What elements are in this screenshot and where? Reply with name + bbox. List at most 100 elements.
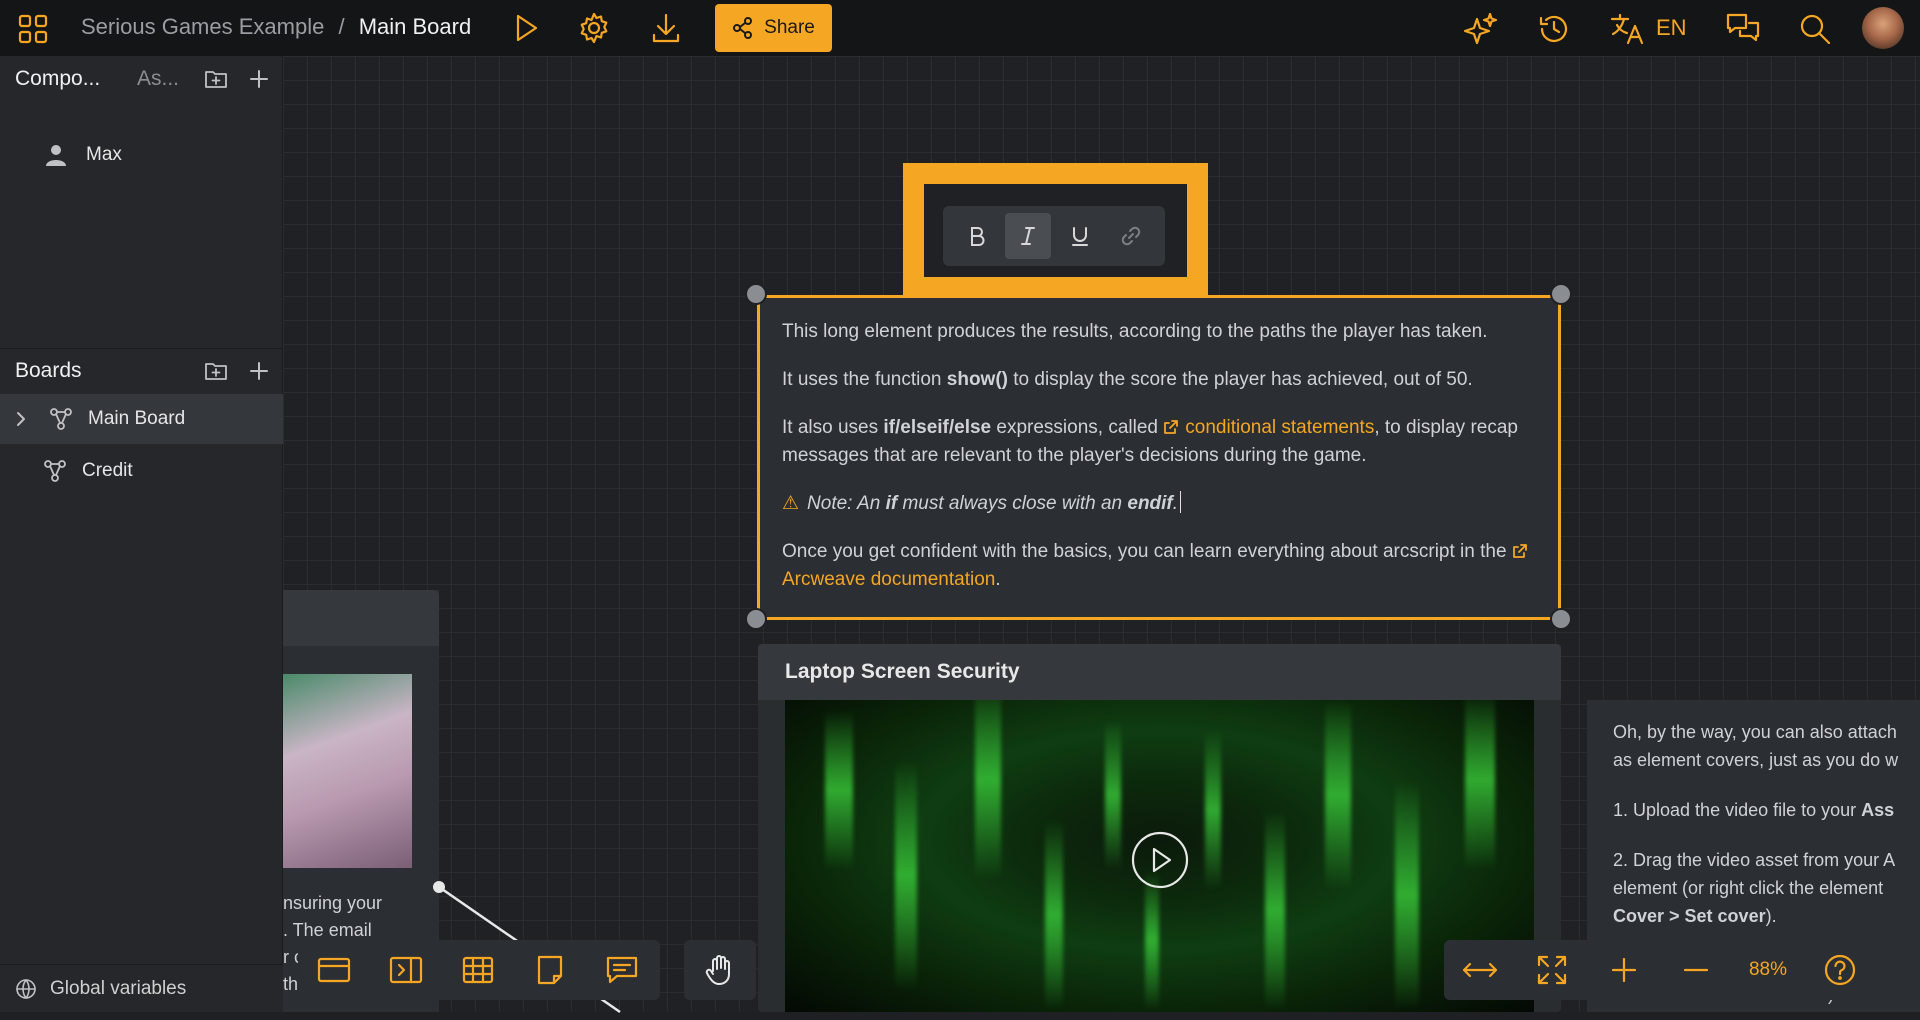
resize-handle-bl[interactable] <box>745 608 767 630</box>
zoom-out-icon[interactable] <box>1660 940 1732 1000</box>
play-video-icon[interactable] <box>1130 830 1190 890</box>
element-paragraph: Once you get confident with the basics, … <box>782 538 1536 594</box>
resize-handle-br[interactable] <box>1550 608 1572 630</box>
text: 2. Drag the video asset from your A <box>1613 850 1896 870</box>
boards-header: Boards <box>0 348 283 394</box>
language-code[interactable]: EN <box>1656 15 1687 41</box>
text: . <box>995 569 1001 590</box>
element-card-video[interactable]: Laptop Screen Security <box>758 644 1561 1012</box>
selected-element[interactable]: This long element produces the results, … <box>757 295 1561 620</box>
text: Note: An <box>807 493 886 514</box>
zoom-level[interactable]: 88% <box>1732 959 1804 981</box>
sidebar-item-credit[interactable]: Credit <box>0 446 283 496</box>
help-icon[interactable] <box>1804 940 1876 1000</box>
add-icon[interactable] <box>246 358 272 384</box>
hand-pan-icon[interactable] <box>684 940 756 1000</box>
add-element-icon[interactable] <box>298 940 370 1000</box>
boards-title: Boards <box>15 359 82 382</box>
external-link-icon <box>1163 419 1179 435</box>
arcweave-documentation-link[interactable]: Arcweave documentation <box>782 569 995 590</box>
element-paragraph: It uses the function show() to display t… <box>782 366 1536 394</box>
breadcrumb-separator: / <box>338 14 345 39</box>
board-label: Main Board <box>88 408 186 429</box>
share-button[interactable]: Share <box>715 4 832 52</box>
text: element (or right click the element <box>1613 878 1884 898</box>
text: to display the score the player has achi… <box>1007 369 1473 390</box>
bold-button[interactable] <box>954 213 1000 259</box>
text: must always close with an <box>897 493 1128 514</box>
search-icon[interactable] <box>1796 10 1834 48</box>
text: Ass <box>1861 800 1895 820</box>
element-card-header <box>283 590 439 646</box>
create-toolbar <box>298 940 660 1000</box>
text: Oh, by the way, you can also attach <box>1613 722 1897 742</box>
sidebar-item-max[interactable]: Max <box>0 130 283 180</box>
add-icon[interactable] <box>246 66 272 92</box>
fit-width-icon[interactable] <box>1444 940 1516 1000</box>
resize-handle-tl[interactable] <box>745 283 767 305</box>
settings-gear-icon[interactable] <box>576 10 612 46</box>
download-icon[interactable] <box>648 10 684 46</box>
translate-icon[interactable] <box>1608 10 1646 48</box>
fit-screen-icon[interactable] <box>1516 940 1588 1000</box>
element-paragraph: Oh, by the way, you can also attach as el… <box>1613 718 1901 774</box>
text: ). <box>1765 906 1777 926</box>
italic-button[interactable] <box>1005 213 1052 259</box>
add-note-icon[interactable] <box>514 940 586 1000</box>
text: endif <box>1127 493 1173 514</box>
breadcrumb-board[interactable]: Main Board <box>359 14 472 39</box>
element-title: Laptop Screen Security <box>758 644 1561 700</box>
assets-tab[interactable]: As... <box>137 67 179 91</box>
element-paragraph: 2. Drag the video asset from your A eleme… <box>1613 846 1901 930</box>
text: This long element produces the results, … <box>782 321 1488 342</box>
warning-icon: ⚠ <box>782 493 800 514</box>
element-paragraph: It also uses if/elseif/else expressions,… <box>782 414 1536 470</box>
link-button[interactable] <box>1108 213 1154 259</box>
breadcrumb-project[interactable]: Serious Games Example <box>81 14 324 39</box>
zoom-in-icon[interactable] <box>1588 940 1660 1000</box>
history-icon[interactable] <box>1535 10 1573 48</box>
text-format-toolbar <box>943 206 1165 266</box>
text: Once you get confident with the basics, … <box>782 541 1512 562</box>
globe-icon <box>14 977 38 1001</box>
sidebar-item-main-board[interactable]: Main Board <box>0 394 283 444</box>
new-folder-icon[interactable] <box>203 66 229 92</box>
code-text: show() <box>946 369 1008 390</box>
pan-tool <box>684 940 756 1000</box>
new-folder-icon[interactable] <box>203 358 229 384</box>
text: 1. Upload the video file to your <box>1613 800 1862 820</box>
global-variables-label: Global variables <box>50 977 187 999</box>
text: expressions, called <box>991 417 1164 438</box>
add-branch-icon[interactable] <box>370 940 442 1000</box>
sidebar: Compo... As... Max Boards Main Board Cre… <box>0 56 283 1012</box>
components-header: Compo... As... <box>0 56 283 102</box>
add-table-icon[interactable] <box>442 940 514 1000</box>
text-cursor <box>1180 491 1182 513</box>
resize-handle-tr[interactable] <box>1550 283 1572 305</box>
breadcrumb: Serious Games Example / Main Board <box>81 14 471 40</box>
chevron-right-icon[interactable] <box>12 409 30 429</box>
share-label: Share <box>764 17 815 38</box>
underline-button[interactable] <box>1057 213 1103 259</box>
board-icon <box>48 406 74 432</box>
top-bar: Serious Games Example / Main Board Share… <box>0 0 1920 56</box>
text: Cover > Set cover <box>1613 906 1766 926</box>
zoom-controls: 88% <box>1444 940 1884 1000</box>
person-icon <box>42 141 70 169</box>
play-icon[interactable] <box>508 10 544 46</box>
add-comment-icon[interactable] <box>586 940 658 1000</box>
global-variables-button[interactable]: Global variables <box>0 964 283 1012</box>
code-text: if/elseif/else <box>883 417 992 438</box>
components-tab[interactable]: Compo... <box>15 67 100 91</box>
ai-sparkle-icon[interactable] <box>1462 10 1500 48</box>
text: It uses the function <box>782 369 947 390</box>
external-link-icon <box>1512 543 1528 559</box>
user-avatar[interactable] <box>1862 7 1904 49</box>
apps-grid-icon[interactable] <box>16 12 50 46</box>
element-paragraph: This long element produces the results, … <box>782 318 1536 346</box>
element-paragraph: 1. Upload the video file to your Ass <box>1613 796 1901 824</box>
text: . <box>1172 493 1179 514</box>
conditional-statements-link[interactable]: conditional statements <box>1185 417 1374 438</box>
comments-icon[interactable] <box>1724 10 1762 48</box>
element-paragraph: ⚠ Note: An if must always close with an e… <box>782 490 1536 518</box>
